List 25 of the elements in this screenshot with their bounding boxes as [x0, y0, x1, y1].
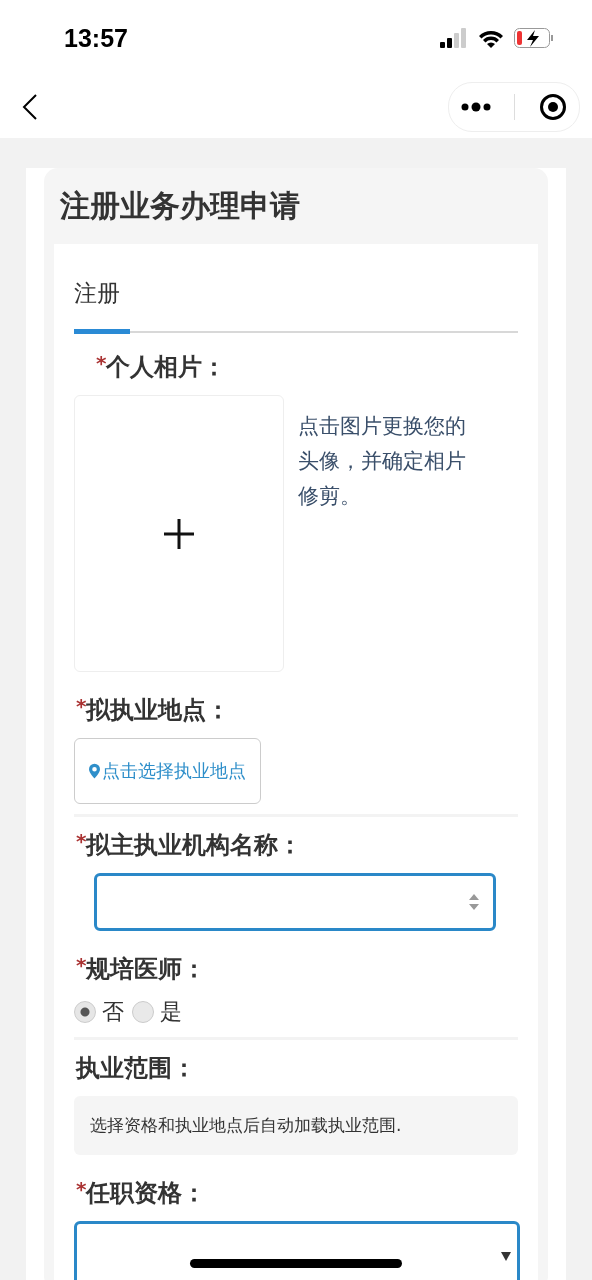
status-time: 13:57: [64, 23, 128, 53]
radio-option[interactable]: 否: [74, 997, 124, 1027]
select-field[interactable]: [94, 873, 496, 931]
battery-icon: [514, 28, 554, 48]
field-label: *拟执业地点：: [76, 694, 232, 726]
location-button[interactable]: 点击选择执业地点: [74, 738, 261, 804]
tab[interactable]: 注册: [74, 266, 130, 334]
plus-icon: [163, 517, 195, 550]
field-label: 执业范围：: [76, 1053, 197, 1084]
field-label: *个人相片：: [96, 351, 228, 383]
radio-option[interactable]: 是: [132, 997, 182, 1027]
signal-icon: [440, 28, 468, 48]
field-label: *任职资格：: [76, 1177, 208, 1209]
page-title: 注册业务办理申请: [60, 187, 301, 225]
field-label: *规培医师：: [76, 953, 208, 985]
back-icon[interactable]: [22, 93, 38, 121]
info-text: 选择资格和执业地点后自动加载执业范围.: [74, 1096, 518, 1155]
more-icon[interactable]: [460, 102, 491, 112]
wifi-icon: [478, 28, 504, 48]
photo-hint: 点击图片更换您的头像，并确定相片修剪。: [298, 413, 467, 510]
field-label: *拟主执业机构名称：: [76, 829, 304, 861]
sort-icon: [469, 894, 479, 910]
caret-icon: [501, 1251, 511, 1261]
target-icon[interactable]: [539, 93, 568, 121]
map-pin-icon: [89, 763, 100, 779]
